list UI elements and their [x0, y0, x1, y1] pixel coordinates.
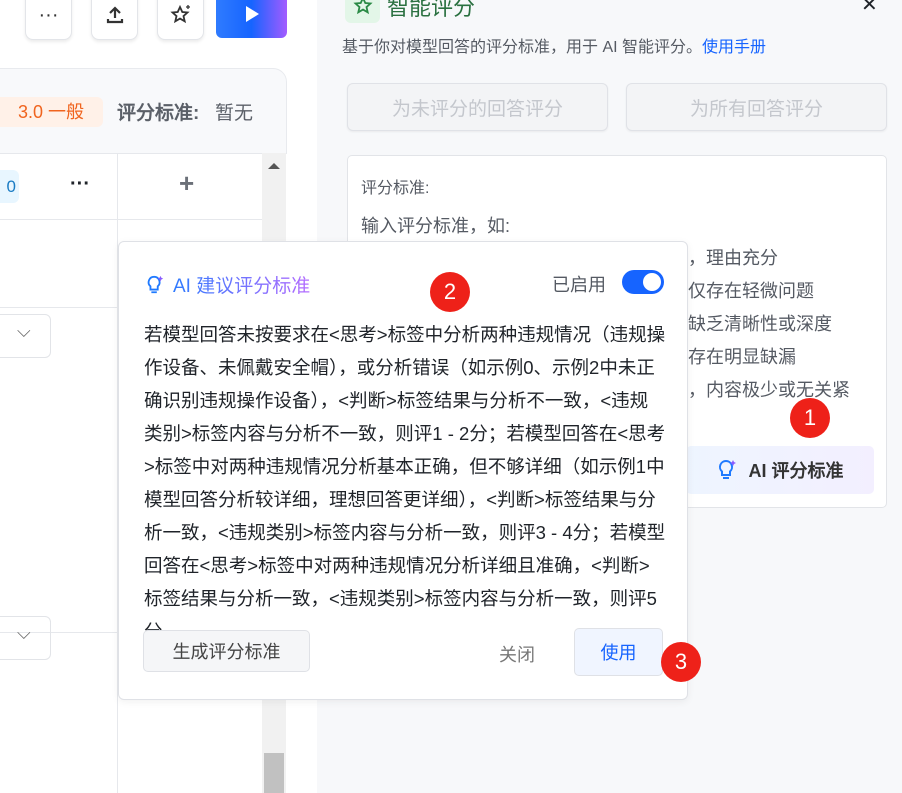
placeholder-line: ，内容极少或无关紧	[688, 380, 850, 400]
close-icon[interactable]: ✕	[861, 0, 878, 17]
close-button[interactable]: 关闭	[499, 641, 535, 667]
use-button[interactable]: 使用	[574, 628, 663, 676]
panel-description: 基于你对模型回答的评分标准，用于 AI 智能评分。	[342, 39, 703, 56]
enable-toggle[interactable]	[622, 270, 664, 294]
star-icon	[169, 4, 190, 24]
chevron-down-icon: ⌵	[17, 623, 31, 643]
dropdown[interactable]: ⌵	[0, 616, 51, 660]
upload-icon	[106, 6, 123, 24]
dropdown[interactable]: ⌵	[0, 314, 51, 358]
criteria-label: 评分标准:	[361, 180, 430, 197]
criteria-label: 评分标准:	[117, 103, 200, 124]
toggle-label: 已启用	[552, 275, 606, 295]
panel-title: 智能评分	[387, 0, 476, 20]
score-unrated-button[interactable]: 为未评分的回答评分	[347, 83, 608, 131]
play-icon	[245, 6, 259, 22]
placeholder-line: 缺乏清晰性或深度	[688, 314, 832, 334]
score-all-button[interactable]: 为所有回答评分	[626, 83, 887, 131]
annotation-badge-1: 1	[790, 398, 830, 438]
share-button[interactable]	[91, 0, 138, 40]
column-more-button[interactable]: ···	[70, 173, 90, 196]
ai-criteria-button[interactable]: AI 评分标准	[686, 446, 874, 494]
rating-badge: 3.0 一般	[0, 97, 103, 127]
criteria-value: 暂无	[215, 103, 254, 124]
annotation-badge-2: 2	[430, 272, 470, 312]
scrollbar-thumb[interactable]	[264, 753, 284, 793]
card-header: 3.0 一般 评分标准: 暂无	[0, 68, 287, 154]
add-column-button[interactable]: +	[179, 168, 194, 199]
suggested-criteria-text: 若模型回答未按要求在<思考>标签中分析两种违规情况（违规操作设备、未佩戴安全帽）…	[144, 324, 666, 642]
lightbulb-sparkle-icon	[147, 275, 164, 293]
placeholder-line: ，理由充分	[688, 248, 778, 268]
ai-suggestion-popup: AI 建议评分标准 已启用 若模型回答未按要求在<思考>标签中分析两种违规情况（…	[118, 241, 688, 700]
panel-icon	[345, 0, 380, 23]
popup-title: AI 建议评分标准	[173, 271, 310, 298]
generate-criteria-button[interactable]: 生成评分标准	[143, 630, 310, 672]
column-tag: 0	[0, 170, 19, 203]
run-button[interactable]	[216, 0, 287, 38]
favorite-button[interactable]	[157, 0, 204, 40]
star-icon	[352, 0, 373, 14]
chevron-down-icon: ⌵	[17, 321, 31, 341]
annotation-badge-3: 3	[661, 642, 701, 682]
lightbulb-sparkle-icon	[719, 459, 737, 479]
manual-link[interactable]: 使用手册	[702, 39, 766, 56]
more-button[interactable]: ···	[25, 0, 72, 40]
criteria-placeholder: 输入评分标准，如:	[361, 216, 511, 236]
placeholder-line: 存在明显缺漏	[688, 347, 796, 367]
more-icon: ···	[38, 3, 59, 26]
placeholder-line: 仅存在轻微问题	[688, 281, 814, 301]
